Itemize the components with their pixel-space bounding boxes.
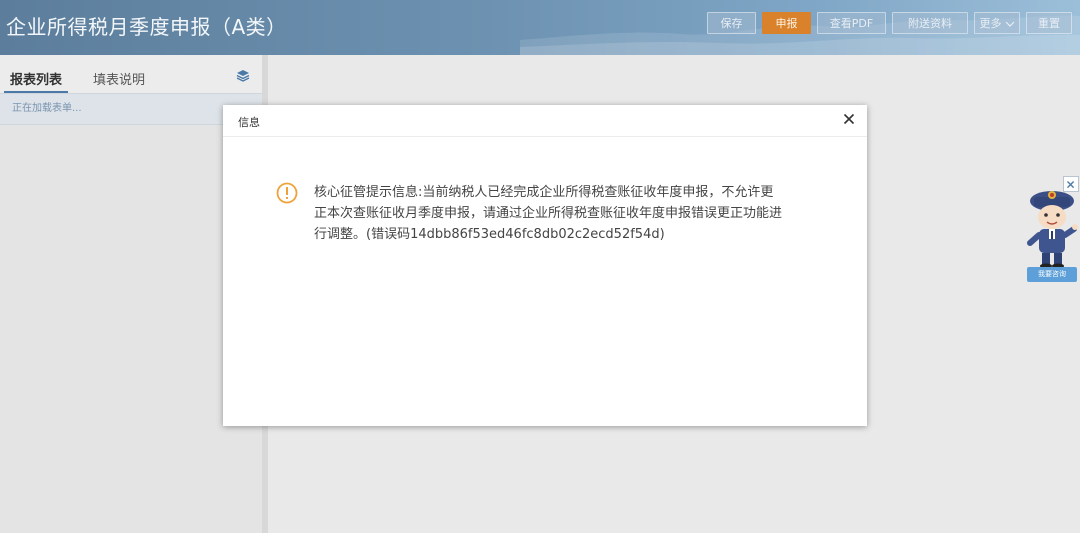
layers-icon[interactable]: [236, 69, 250, 83]
view-pdf-button[interactable]: 查看PDF: [817, 12, 886, 34]
dialog-message: 核心征管提示信息:当前纳税人已经完成企业所得税查账征收年度申报，不允许更 正本次…: [314, 185, 783, 242]
close-icon[interactable]: [841, 111, 857, 127]
more-button[interactable]: 更多: [974, 12, 1020, 34]
attach-materials-button[interactable]: 附送资料: [892, 12, 968, 34]
chevron-down-icon: [1005, 21, 1014, 27]
toolbar: 保存 申报 查看PDF 附送资料 更多 重置: [707, 12, 1072, 34]
dialog-header: 信息: [223, 105, 867, 137]
sidebar-tabs: 报表列表 填表说明: [0, 55, 262, 94]
assistant-close-button[interactable]: [1063, 176, 1079, 192]
info-dialog: 信息 核心征管提示信息:当前纳税人已经完成企业所得税查账征收年度申报，不允许更 …: [223, 105, 867, 426]
consult-button[interactable]: 我要咨询: [1027, 267, 1077, 282]
submit-button[interactable]: 申报: [762, 12, 811, 34]
app-header: 企业所得税月季度申报（A类） 保存 申报 查看PDF 附送资料 更多 重置: [0, 0, 1080, 55]
active-tab-indicator: [4, 91, 68, 93]
more-label: 更多: [979, 17, 1002, 30]
reset-button[interactable]: 重置: [1026, 12, 1072, 34]
warning-icon: [276, 182, 298, 204]
save-button[interactable]: 保存: [707, 12, 756, 34]
page-title: 企业所得税月季度申报（A类）: [6, 15, 287, 39]
tab-fill-instructions[interactable]: 填表说明: [93, 69, 145, 88]
dialog-title: 信息: [238, 116, 260, 129]
close-icon: [1067, 181, 1075, 189]
tab-report-list[interactable]: 报表列表: [10, 69, 62, 88]
